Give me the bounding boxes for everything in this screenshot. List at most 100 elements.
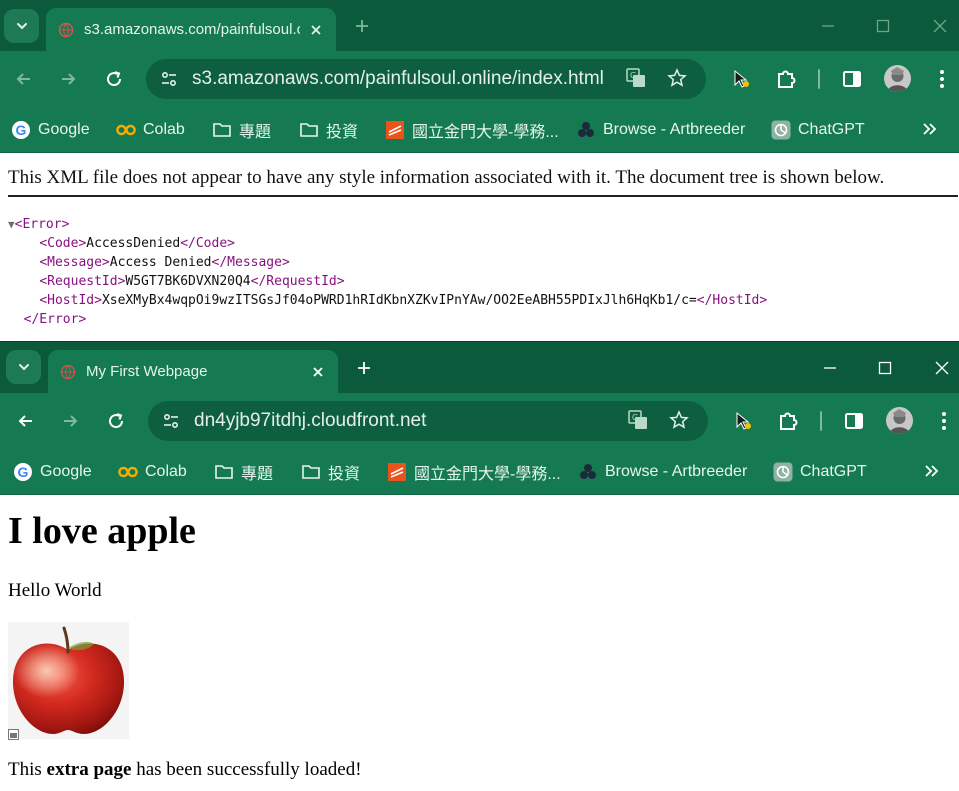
bookmark-colab[interactable]: Colab bbox=[118, 448, 187, 495]
bookmark-chatgpt[interactable]: ChatGPT bbox=[773, 448, 867, 495]
more-vertical-icon bbox=[942, 412, 946, 430]
google-icon: G bbox=[13, 462, 33, 482]
address-bar[interactable]: dn4yjb97itdhj.cloudfront.net bbox=[148, 401, 708, 441]
extensions-button[interactable] bbox=[774, 67, 798, 91]
bookmark-star-button[interactable] bbox=[668, 409, 690, 431]
xml-root-open-line[interactable]: ▼<Error> bbox=[8, 215, 767, 234]
maximize-button[interactable] bbox=[877, 360, 893, 376]
maximize-button[interactable] bbox=[875, 18, 891, 34]
tab-strip: s3.amazonaws.com/painfulsoul.online/inde… bbox=[0, 0, 959, 51]
bookmark-star-button[interactable] bbox=[666, 67, 688, 89]
hello-paragraph: Hello World bbox=[8, 580, 102, 601]
menu-button[interactable] bbox=[930, 67, 954, 91]
google-icon: G bbox=[11, 120, 31, 140]
forward-button[interactable] bbox=[57, 68, 79, 90]
bookmark-google[interactable]: G Google bbox=[11, 106, 90, 153]
bookmark-nqu[interactable]: 國立金門大學-學務... bbox=[387, 448, 561, 495]
profile-avatar[interactable] bbox=[886, 407, 913, 434]
folder-icon bbox=[212, 120, 232, 140]
bookmark-google[interactable]: G Google bbox=[13, 448, 92, 495]
bookmark-folder-touzi[interactable]: 投資 bbox=[299, 106, 358, 153]
bookmark-colab[interactable]: Colab bbox=[116, 106, 185, 153]
maximize-icon bbox=[878, 361, 892, 375]
translate-icon: G bbox=[626, 68, 645, 87]
double-chevron-right-icon bbox=[923, 123, 937, 135]
tab-active[interactable]: s3.amazonaws.com/painfulsoul.online/inde… bbox=[46, 8, 336, 51]
apple-image bbox=[8, 622, 129, 739]
close-window-button[interactable] bbox=[932, 18, 948, 34]
svg-text:G: G bbox=[630, 71, 636, 80]
collapse-triangle-icon[interactable]: ▼ bbox=[8, 218, 15, 231]
cursor-icon bbox=[736, 411, 751, 430]
tab-title: My First Webpage bbox=[86, 363, 208, 380]
menu-button[interactable] bbox=[932, 409, 956, 433]
new-tab-button[interactable] bbox=[354, 358, 374, 378]
tab-search-button[interactable] bbox=[4, 9, 39, 43]
toolbar-separator bbox=[820, 411, 822, 431]
svg-text:G: G bbox=[632, 413, 638, 422]
toolbar: dn4yjb97itdhj.cloudfront.net G bbox=[0, 393, 959, 448]
xml-message-line: <Message>Access Denied</Message> bbox=[39, 255, 290, 270]
globe-icon bbox=[60, 364, 76, 379]
forward-button[interactable] bbox=[59, 410, 81, 432]
browser-window-cloudfront: My First Webpage dn4yjb97itdhj.cloudfron… bbox=[0, 341, 959, 791]
more-vertical-icon bbox=[940, 70, 944, 88]
side-panel-button[interactable] bbox=[842, 409, 866, 433]
svg-text:G: G bbox=[18, 464, 29, 480]
bookmark-chatgpt[interactable]: ChatGPT bbox=[771, 106, 865, 153]
reload-button[interactable] bbox=[103, 68, 125, 90]
xml-hostid-line: <HostId>XseXMyBx4wqpOi9wzITSGsJf04oPWRD1… bbox=[39, 293, 768, 308]
profile-avatar[interactable] bbox=[884, 65, 911, 92]
bookmarks-bar: G Google Colab 專題 投資 國立金門大學-學務... Browse… bbox=[0, 106, 959, 153]
double-chevron-right-icon bbox=[925, 465, 939, 477]
bookmark-artbreeder[interactable]: Browse - Artbreeder bbox=[576, 106, 745, 153]
tab-search-button[interactable] bbox=[6, 350, 41, 384]
site-info-icon[interactable] bbox=[158, 68, 180, 90]
cursor-extension-button[interactable] bbox=[729, 67, 753, 91]
extensions-button[interactable] bbox=[776, 409, 800, 433]
arrow-left-icon bbox=[16, 73, 30, 85]
back-button[interactable] bbox=[13, 68, 35, 90]
bookmark-nqu[interactable]: 國立金門大學-學務... bbox=[385, 106, 559, 153]
bookmarks-overflow-button[interactable] bbox=[922, 460, 942, 482]
bookmarks-overflow-button[interactable] bbox=[920, 118, 940, 140]
colab-icon bbox=[118, 462, 138, 482]
side-panel-button[interactable] bbox=[840, 67, 864, 91]
xml-style-notice: This XML file does not appear to have an… bbox=[8, 167, 958, 197]
side-panel-icon bbox=[843, 71, 861, 87]
tab-strip: My First Webpage bbox=[0, 342, 959, 393]
translate-button[interactable]: G bbox=[625, 67, 647, 89]
bookmark-artbreeder[interactable]: Browse - Artbreeder bbox=[578, 448, 747, 495]
reload-button[interactable] bbox=[105, 410, 127, 432]
webpage-content: I love apple Hello World This extra page… bbox=[0, 495, 959, 791]
cursor-extension-button[interactable] bbox=[731, 409, 755, 433]
close-icon bbox=[933, 19, 947, 33]
xml-code-line: <Code>AccessDenied</Code> bbox=[39, 236, 235, 251]
site-info-icon[interactable] bbox=[160, 410, 182, 432]
chatgpt-icon bbox=[773, 462, 793, 482]
bookmark-folder-zhuanti[interactable]: 專題 bbox=[212, 106, 271, 153]
tab-close-button[interactable] bbox=[308, 22, 324, 38]
xml-tree: ▼<Error> <Code>AccessDenied</Code> <Mess… bbox=[8, 215, 767, 329]
xml-viewer-page: This XML file does not appear to have an… bbox=[0, 153, 959, 341]
minimize-button[interactable] bbox=[820, 18, 836, 34]
bookmark-folder-touzi[interactable]: 投資 bbox=[301, 448, 360, 495]
minimize-button[interactable] bbox=[822, 360, 838, 376]
cursor-icon bbox=[734, 69, 749, 88]
translate-button[interactable]: G bbox=[627, 409, 649, 431]
back-button[interactable] bbox=[15, 410, 37, 432]
address-bar[interactable]: s3.amazonaws.com/painfulsoul.online/inde… bbox=[146, 59, 706, 99]
puzzle-icon bbox=[778, 70, 796, 88]
arrow-left-icon bbox=[18, 415, 32, 427]
close-icon bbox=[313, 366, 323, 377]
nqu-icon bbox=[385, 120, 405, 140]
tab-close-button[interactable] bbox=[310, 364, 326, 380]
translate-icon: G bbox=[628, 410, 647, 429]
bookmark-folder-zhuanti[interactable]: 專題 bbox=[214, 448, 273, 495]
close-window-button[interactable] bbox=[934, 360, 950, 376]
page-heading: I love apple bbox=[8, 510, 196, 552]
star-icon bbox=[667, 68, 687, 87]
tab-active[interactable]: My First Webpage bbox=[48, 350, 338, 393]
new-tab-button[interactable] bbox=[352, 16, 372, 36]
arrow-right-icon bbox=[64, 415, 78, 427]
